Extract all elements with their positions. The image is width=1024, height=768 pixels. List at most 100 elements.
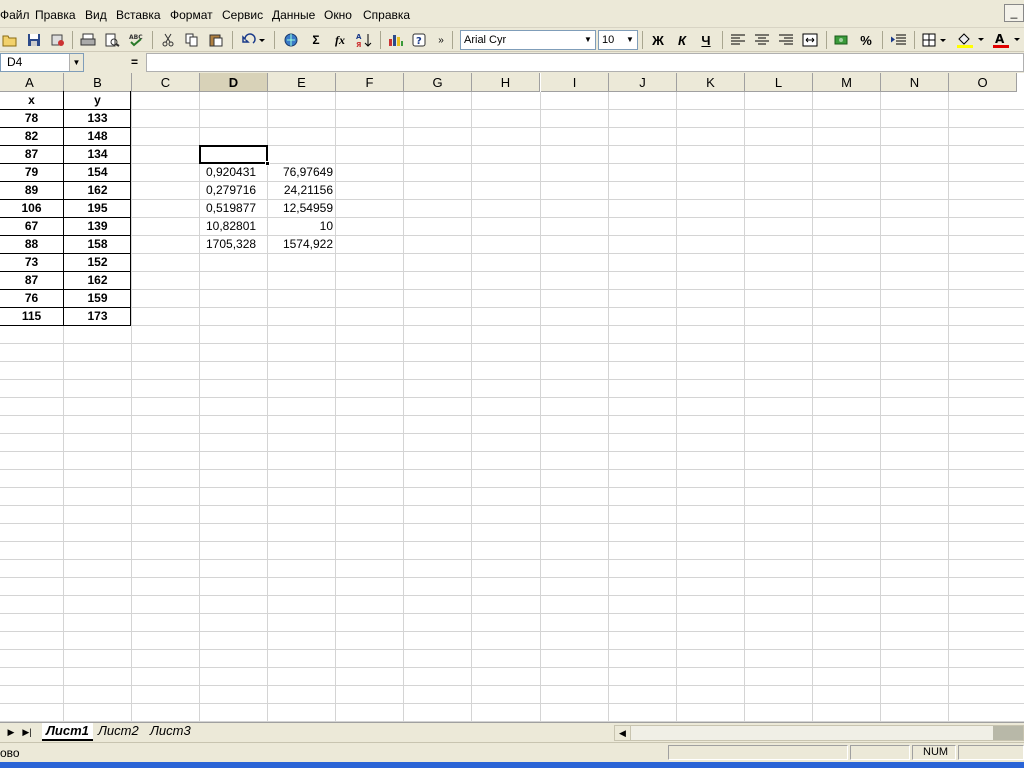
table-cell-border <box>0 199 64 218</box>
column-header-c[interactable]: C <box>132 73 200 92</box>
cell-stat-d[interactable]: 0,920431 <box>200 164 267 181</box>
grid-row-line <box>0 523 1024 524</box>
status-bar: ово NUM <box>0 742 1024 762</box>
menu-tools[interactable]: Сервис <box>222 8 263 22</box>
cell-stat-e[interactable]: 10 <box>268 218 335 235</box>
toolbar-separator <box>152 31 153 49</box>
status-num: NUM <box>912 745 956 760</box>
cell-stat-e[interactable]: 76,97649 <box>268 164 335 181</box>
print-icon[interactable] <box>78 30 98 50</box>
menu-help[interactable]: Справка <box>363 8 410 22</box>
cell-stat-e[interactable]: 12,54959 <box>268 200 335 217</box>
cell-stat-e[interactable]: 1574,922 <box>268 236 335 253</box>
menu-insert[interactable]: Вставка <box>116 8 161 22</box>
fill-color-icon[interactable] <box>954 30 988 50</box>
menu-window[interactable]: Окно <box>324 8 352 22</box>
font-name-select[interactable]: Arial Cyr ▼ <box>460 30 596 50</box>
menu-file[interactable]: Файл <box>0 8 30 22</box>
grid-row-line <box>0 307 1024 308</box>
bold-button[interactable]: Ж <box>648 30 668 50</box>
minimize-button[interactable]: _ <box>1004 4 1024 22</box>
borders-icon[interactable] <box>920 30 950 50</box>
active-cell-d4[interactable] <box>199 145 270 166</box>
align-right-icon[interactable] <box>776 30 796 50</box>
cell-stat-d[interactable]: 0,279716 <box>200 182 267 199</box>
column-header-n[interactable]: N <box>881 73 949 92</box>
underline-button[interactable]: Ч <box>696 30 716 50</box>
sheet-tabs-bar: ▶ ▶| Лист1 Лист2 Лист3 ◀ <box>0 722 1024 742</box>
column-header-i[interactable]: I <box>541 73 609 92</box>
table-cell-border <box>63 181 131 200</box>
fill-handle[interactable] <box>265 161 270 166</box>
cell-stat-d[interactable]: 1705,328 <box>200 236 267 253</box>
grid-row-line <box>0 595 1024 596</box>
spelling-icon[interactable]: ABC <box>126 30 146 50</box>
tab-nav-next-icon[interactable]: ▶ <box>4 725 18 740</box>
table-cell-border <box>63 91 131 110</box>
chevron-down-icon[interactable]: ▼ <box>69 54 83 71</box>
grid-column-line <box>335 92 336 722</box>
menu-format[interactable]: Формат <box>170 8 213 22</box>
table-cell-border <box>63 127 131 146</box>
column-header-j[interactable]: J <box>609 73 677 92</box>
column-header-a[interactable]: A <box>0 73 64 92</box>
help-icon[interactable]: ? <box>410 30 430 50</box>
table-cell-border <box>0 145 64 164</box>
column-header-k[interactable]: K <box>677 73 745 92</box>
align-center-icon[interactable] <box>752 30 772 50</box>
column-header-g[interactable]: G <box>404 73 472 92</box>
currency-icon[interactable] <box>832 30 852 50</box>
function-icon[interactable]: fx <box>330 30 350 50</box>
menu-view[interactable]: Вид <box>85 8 107 22</box>
font-color-button[interactable]: A <box>990 30 1024 50</box>
menu-edit[interactable]: Правка <box>35 8 76 22</box>
decrease-indent-icon[interactable] <box>888 30 908 50</box>
cell-stat-d[interactable]: 10,82801 <box>200 218 267 235</box>
formula-bar: D4 ▼ = <box>0 52 1024 73</box>
chart-wizard-icon[interactable] <box>386 30 406 50</box>
cell-stat-e[interactable]: 24,21156 <box>268 182 335 199</box>
align-left-icon[interactable] <box>728 30 748 50</box>
tab-sheet-1[interactable]: Лист1 <box>42 723 93 741</box>
italic-button[interactable]: К <box>672 30 692 50</box>
scroll-thumb[interactable] <box>993 726 1023 740</box>
menu-data[interactable]: Данные <box>272 8 315 22</box>
tab-sheet-3[interactable]: Лист3 <box>146 723 195 741</box>
save-icon[interactable] <box>24 30 44 50</box>
name-box[interactable]: D4 ▼ <box>0 53 84 72</box>
column-header-d[interactable]: D <box>200 73 268 92</box>
grid-row-line <box>0 361 1024 362</box>
spreadsheet-grid[interactable]: A B C D E F G H I J K L M N Ox y 78 133 82 148 87 134 79 154 89 1… <box>0 73 1024 722</box>
column-header-l[interactable]: L <box>745 73 813 92</box>
column-header-m[interactable]: M <box>813 73 881 92</box>
undo-icon[interactable] <box>238 30 268 50</box>
hyperlink-icon[interactable] <box>282 30 302 50</box>
cut-icon[interactable] <box>158 30 178 50</box>
toolbar-options-icon[interactable]: » <box>434 30 448 50</box>
scroll-left-icon[interactable]: ◀ <box>615 726 631 740</box>
column-header-o[interactable]: O <box>949 73 1017 92</box>
autosum-icon[interactable]: Σ <box>306 30 326 50</box>
horizontal-scrollbar[interactable]: ◀ <box>614 725 1024 741</box>
column-header-b[interactable]: B <box>64 73 132 92</box>
print-preview-icon[interactable] <box>102 30 122 50</box>
percent-button[interactable]: % <box>856 30 876 50</box>
tab-sheet-2[interactable]: Лист2 <box>94 723 143 741</box>
column-header-f[interactable]: F <box>336 73 404 92</box>
sort-ascending-icon[interactable]: AЯ <box>354 30 374 50</box>
paste-icon[interactable] <box>206 30 226 50</box>
toolbar-separator <box>232 31 233 49</box>
tab-nav-last-icon[interactable]: ▶| <box>20 725 34 740</box>
column-header-e[interactable]: E <box>268 73 336 92</box>
open-icon[interactable] <box>0 30 20 50</box>
cell-stat-d[interactable]: 0,519877 <box>200 200 267 217</box>
copy-icon[interactable] <box>182 30 202 50</box>
font-color-label: A <box>995 32 1005 46</box>
column-header-h[interactable]: H <box>472 73 540 92</box>
grid-row-line <box>0 127 1024 128</box>
formula-input[interactable] <box>146 53 1024 72</box>
permission-icon[interactable] <box>48 30 68 50</box>
merge-center-icon[interactable] <box>800 30 820 50</box>
font-size-select[interactable]: 10 ▼ <box>598 30 638 50</box>
grid-row-line <box>0 415 1024 416</box>
